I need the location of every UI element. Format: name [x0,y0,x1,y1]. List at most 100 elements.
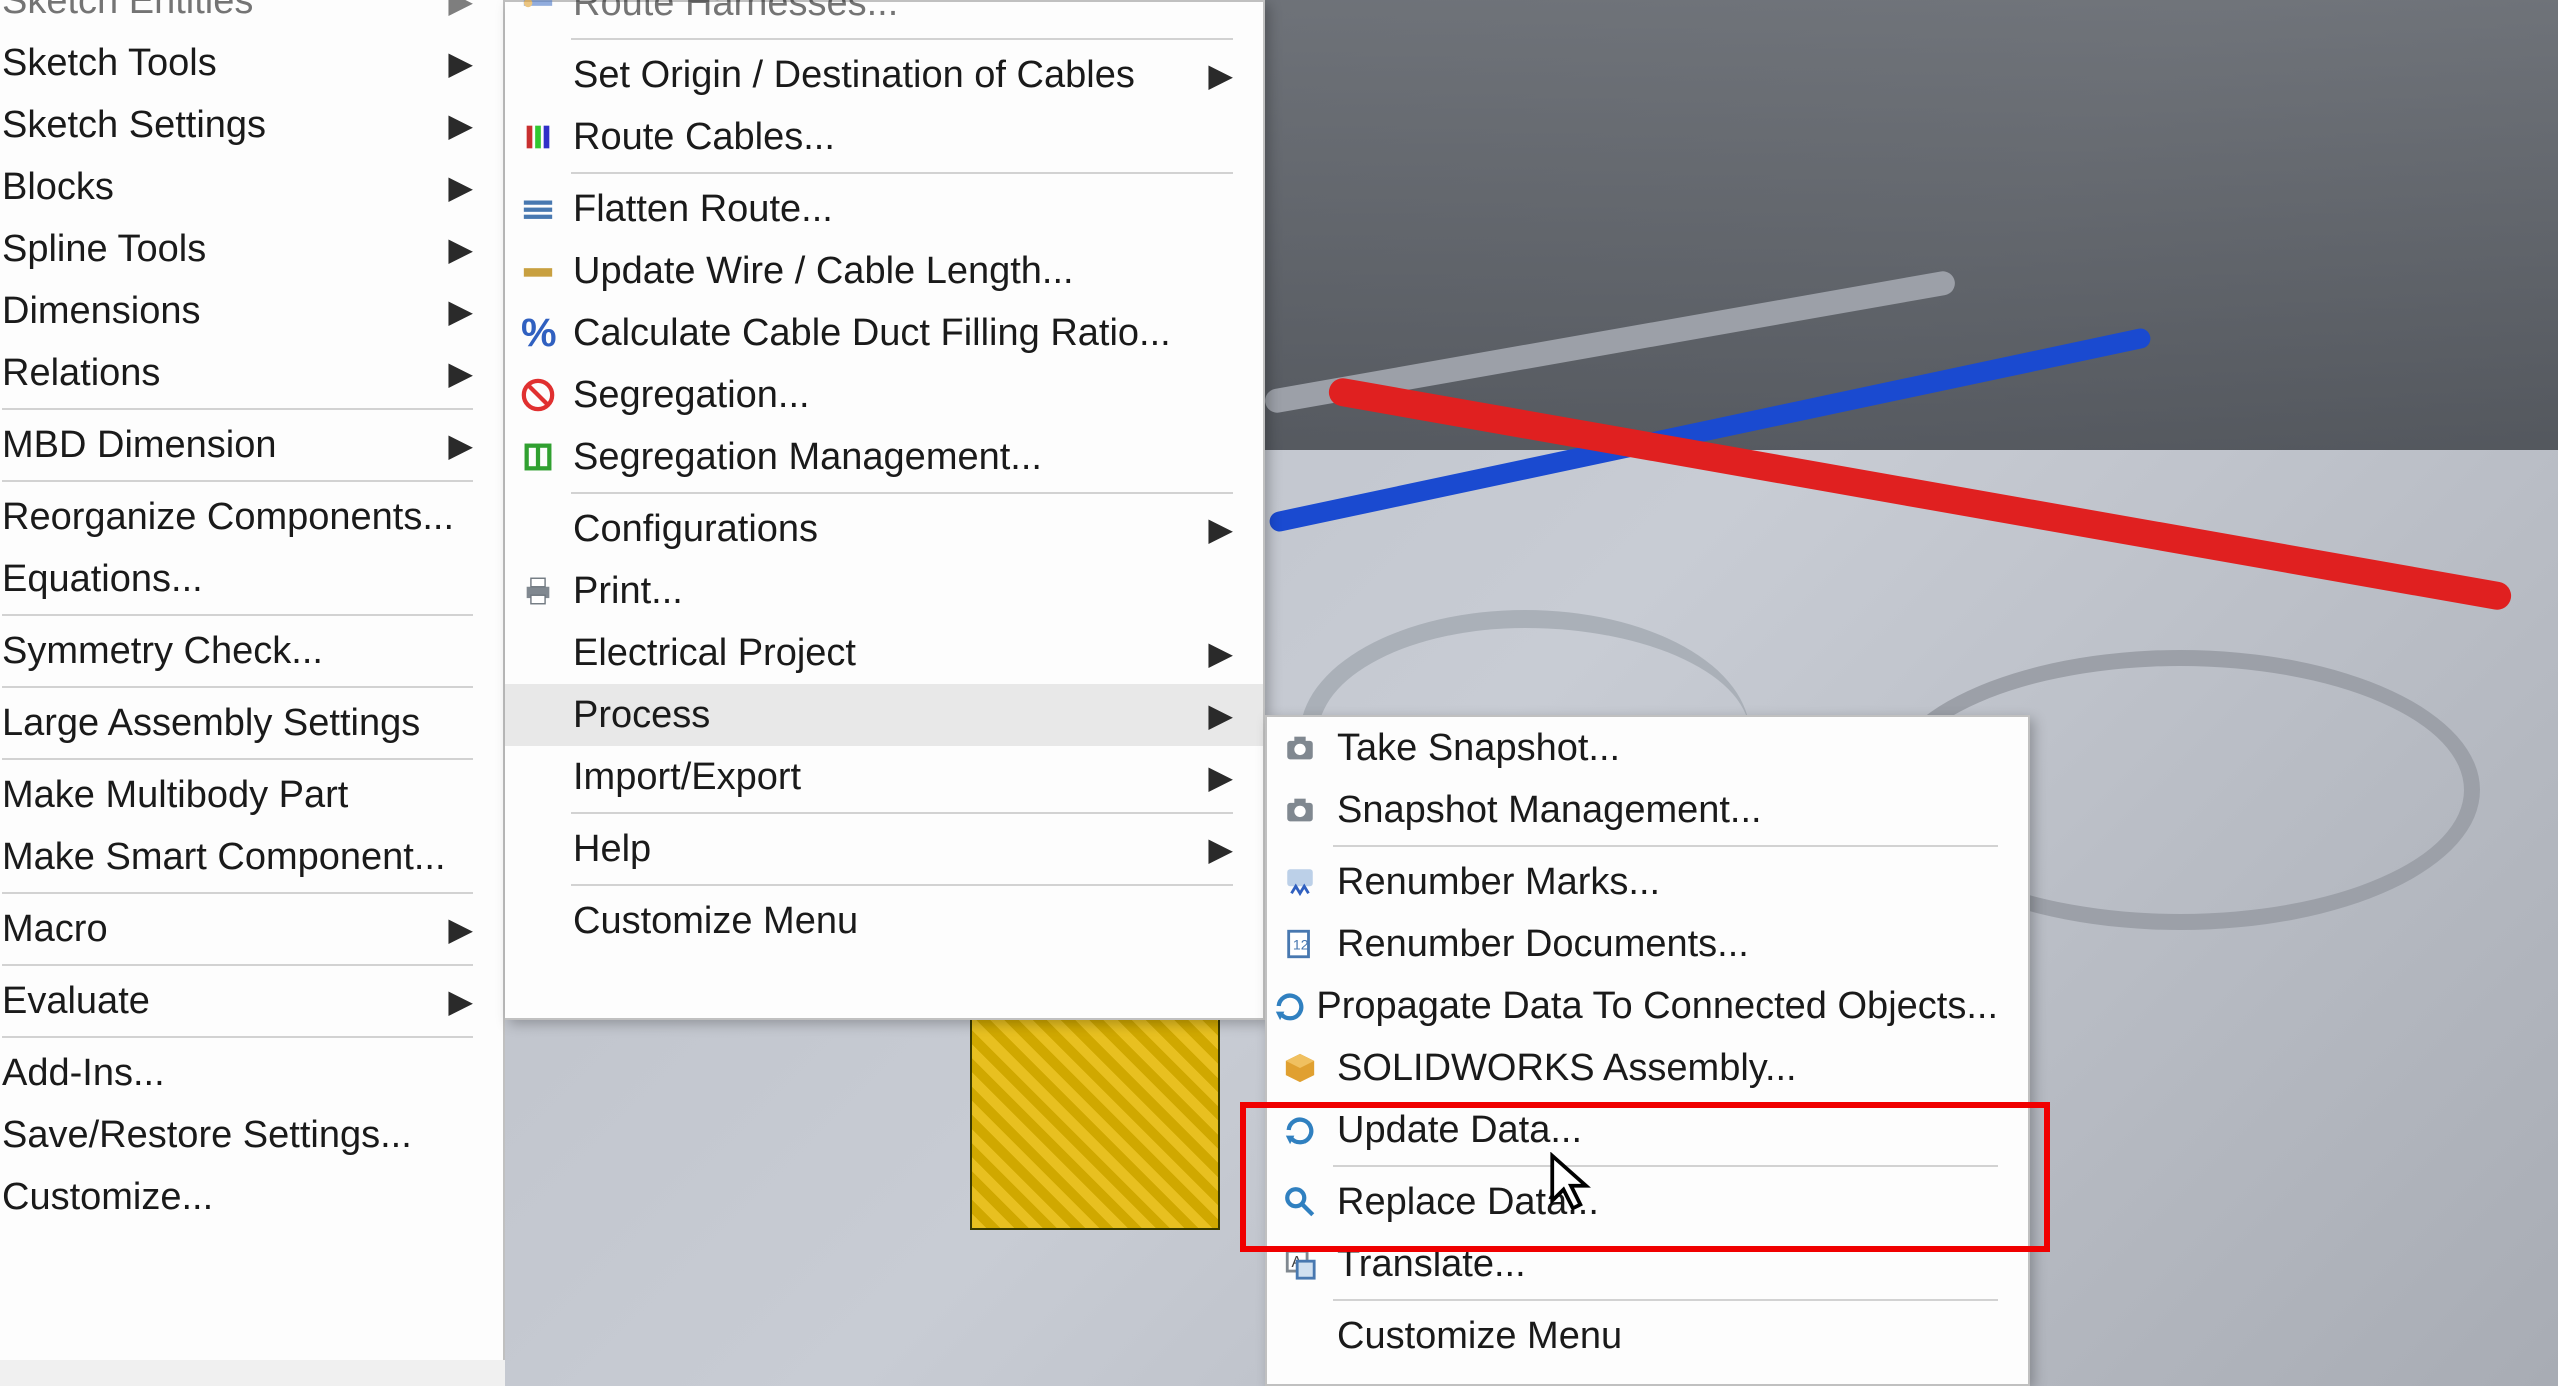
menu-item-set-origin[interactable]: Set Origin / Destination of Cables▶ [505,44,1263,106]
menu-item-segregation[interactable]: Segregation... [505,364,1263,426]
menu-item-update-wire[interactable]: Update Wire / Cable Length... [505,240,1263,302]
menu-item-label: Sketch Tools [2,42,448,85]
menu-item-help[interactable]: Help▶ [505,818,1263,880]
menu-item-route-harnesses[interactable]: Route Harnesses... [505,0,1263,34]
menu-item-customize[interactable]: Customize... [0,1166,503,1228]
menu-item-label: Make Multibody Part [2,774,473,817]
menu-item-customize-menu-3[interactable]: Customize Menu [1267,1305,2028,1367]
menu-item-label: Sketch Settings [2,104,448,147]
menu-item-relations[interactable]: Relations▶ [0,342,503,404]
menu-item-solidworks-assembly[interactable]: SOLIDWORKS Assembly... [1267,1037,2028,1099]
menu-tools: Sketch Entities▶ Sketch Tools▶ Sketch Se… [0,0,505,1360]
menu-item-label: Symmetry Check... [2,630,473,673]
menu-item-snapshot-mgmt[interactable]: Snapshot Management... [1267,779,2028,841]
menu-item-spline-tools[interactable]: Spline Tools▶ [0,218,503,280]
menu-item-label: Take Snapshot... [1333,727,1998,770]
menu-item-label: Add-Ins... [2,1052,473,1095]
menu-item-renumber-docs[interactable]: 12Renumber Documents... [1267,913,2028,975]
renumber-marks-icon [1283,865,1317,899]
menu-item-take-snapshot[interactable]: Take Snapshot... [1267,717,2028,779]
submenu-arrow-icon: ▶ [1208,758,1233,796]
submenu-arrow-icon: ▶ [448,292,473,330]
menu-item-make-multibody[interactable]: Make Multibody Part [0,764,503,826]
menu-item-sketch-tools[interactable]: Sketch Tools▶ [0,32,503,94]
translate-icon: A [1283,1247,1317,1281]
menu-item-route-cables[interactable]: Route Cables... [505,106,1263,168]
menu-separator [2,964,473,966]
menu-separator [571,812,1233,814]
segregation-mgmt-icon [521,440,555,474]
menu-item-symmetry-check[interactable]: Symmetry Check... [0,620,503,682]
annotation-highlight-box [1240,1102,2050,1252]
menu-item-label: Calculate Cable Duct Filling Ratio... [571,312,1233,355]
menu-item-label: Renumber Documents... [1333,923,1998,966]
menu-item-label: Customize Menu [1333,1315,1998,1358]
menu-item-import-export[interactable]: Import/Export▶ [505,746,1263,808]
submenu-arrow-icon: ▶ [1208,56,1233,94]
menu-item-label: Reorganize Components... [2,496,473,539]
menu-item-label: Large Assembly Settings [2,702,473,745]
submenu-arrow-icon: ▶ [448,982,473,1020]
submenu-electrical: Route Harnesses... Set Origin / Destinat… [505,0,1265,1020]
menu-separator [2,892,473,894]
menu-item-label: Set Origin / Destination of Cables [571,54,1208,97]
menu-separator [2,408,473,410]
menu-item-flatten-route[interactable]: Flatten Route... [505,178,1263,240]
menu-item-evaluate[interactable]: Evaluate▶ [0,970,503,1032]
menu-item-blocks[interactable]: Blocks▶ [0,156,503,218]
menu-item-label: MBD Dimension [2,424,448,467]
propagate-icon [1273,989,1307,1023]
menu-item-macro[interactable]: Macro▶ [0,898,503,960]
menu-item-add-ins[interactable]: Add-Ins... [0,1042,503,1104]
menu-item-reorganize-components[interactable]: Reorganize Components... [0,486,503,548]
menu-item-label: Route Harnesses... [571,0,1233,25]
menu-item-make-smart[interactable]: Make Smart Component... [0,826,503,888]
menu-item-renumber-marks[interactable]: Renumber Marks... [1267,851,2028,913]
menu-item-label: Make Smart Component... [2,836,473,879]
menu-item-label: Propagate Data To Connected Objects... [1312,985,1998,1028]
cables-icon [521,120,555,154]
submenu-arrow-icon: ▶ [448,230,473,268]
menu-item-sketch-entities[interactable]: Sketch Entities▶ [0,0,503,32]
menu-item-label: Snapshot Management... [1333,789,1998,832]
menu-item-label: Relations [2,352,448,395]
menu-separator [571,492,1233,494]
menu-item-label: Spline Tools [2,228,448,271]
menu-item-electrical-project[interactable]: Electrical Project▶ [505,622,1263,684]
submenu-arrow-icon: ▶ [1208,696,1233,734]
menu-item-label: Macro [2,908,448,951]
submenu-arrow-icon: ▶ [448,0,473,20]
menu-item-equations[interactable]: Equations... [0,548,503,610]
camera-icon [1283,731,1317,765]
submenu-arrow-icon: ▶ [448,44,473,82]
menu-item-save-restore[interactable]: Save/Restore Settings... [0,1104,503,1166]
menu-item-sketch-settings[interactable]: Sketch Settings▶ [0,94,503,156]
assembly-icon [1283,1051,1317,1085]
percent-icon: % [521,316,555,350]
menu-item-label: Dimensions [2,290,448,333]
menu-item-label: Flatten Route... [571,188,1233,231]
menu-separator [2,480,473,482]
menu-item-label: Sketch Entities [2,0,448,23]
menu-item-customize-menu[interactable]: Customize Menu [505,890,1263,952]
submenu-arrow-icon: ▶ [1208,634,1233,672]
submenu-arrow-icon: ▶ [448,426,473,464]
no-entry-icon [521,378,555,412]
submenu-arrow-icon: ▶ [448,168,473,206]
menu-item-calc-duct[interactable]: % Calculate Cable Duct Filling Ratio... [505,302,1263,364]
menu-item-segregation-mgmt[interactable]: Segregation Management... [505,426,1263,488]
menu-item-label: Route Cables... [571,116,1233,159]
menu-separator [571,884,1233,886]
menu-item-configurations[interactable]: Configurations▶ [505,498,1263,560]
menu-item-mbd-dimension[interactable]: MBD Dimension▶ [0,414,503,476]
menu-item-large-assembly[interactable]: Large Assembly Settings [0,692,503,754]
menu-item-process[interactable]: Process▶ [505,684,1263,746]
menu-item-print[interactable]: Print... [505,560,1263,622]
menu-item-propagate-data[interactable]: Propagate Data To Connected Objects... [1267,975,2028,1037]
menu-separator [2,1036,473,1038]
menu-item-label: Process [571,694,1208,737]
flatten-icon [521,192,555,226]
menu-separator [1333,845,1998,847]
menu-item-label: Evaluate [2,980,448,1023]
menu-item-dimensions[interactable]: Dimensions▶ [0,280,503,342]
